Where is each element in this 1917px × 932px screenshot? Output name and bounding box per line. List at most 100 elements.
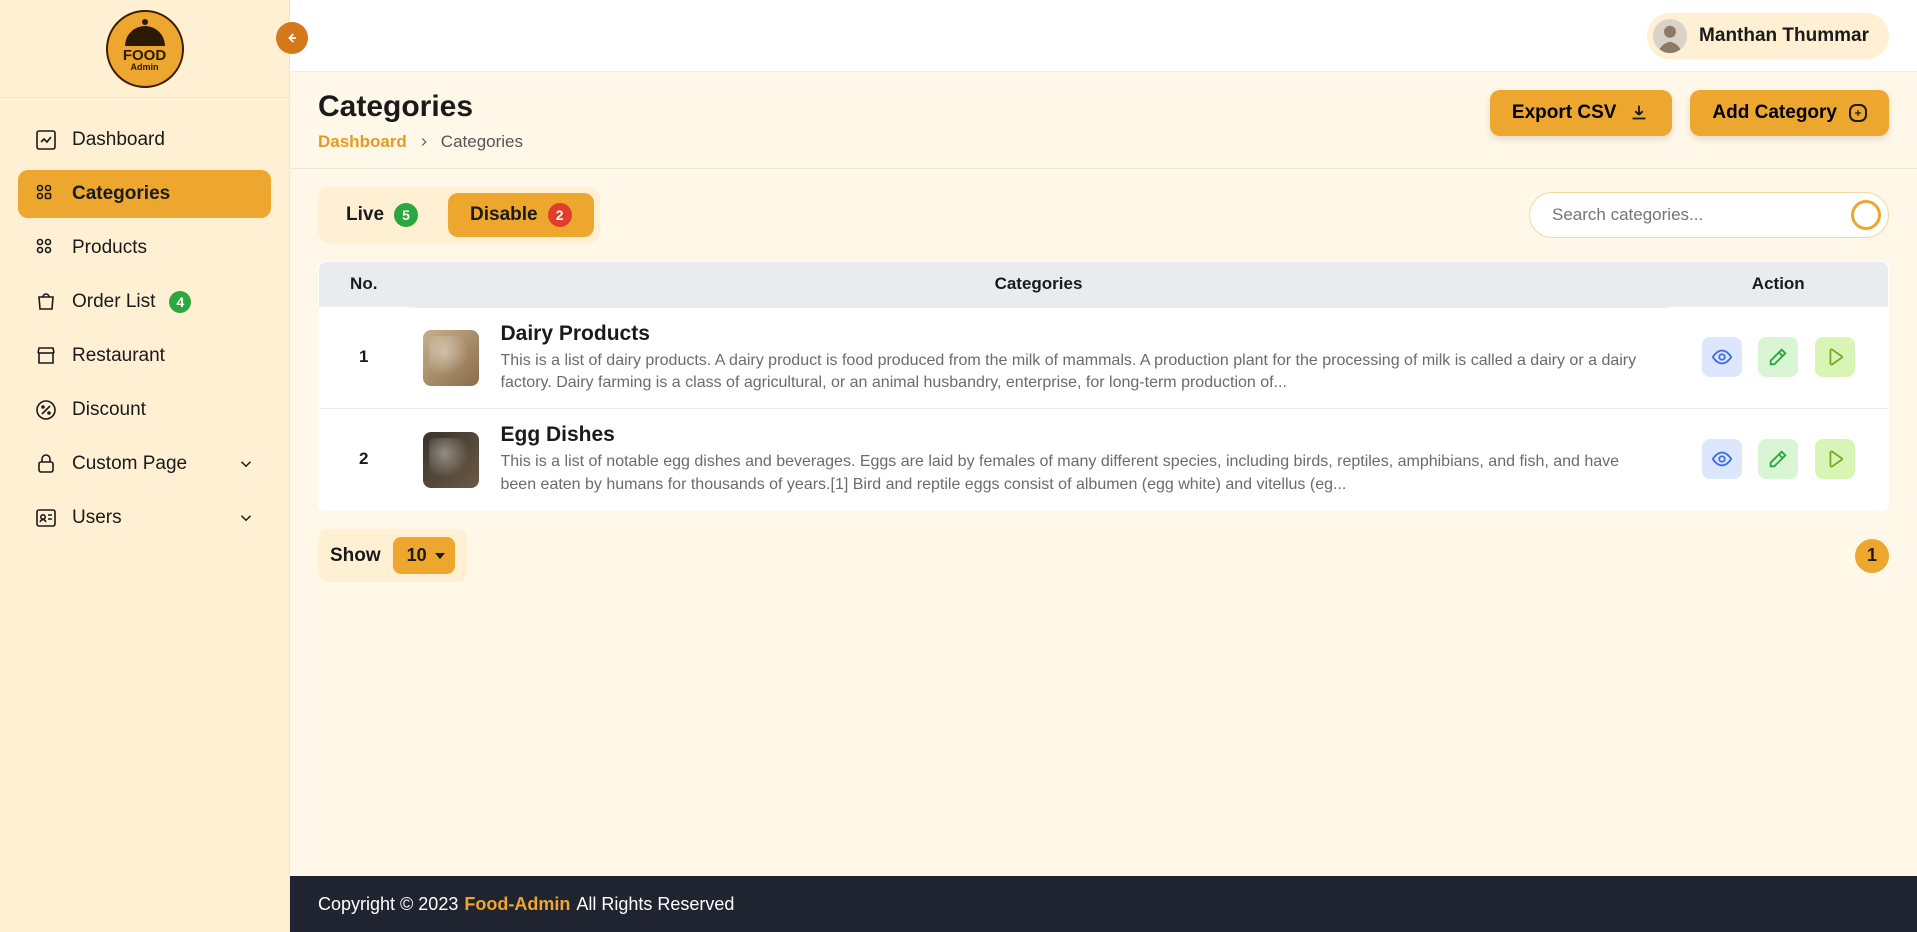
page-number-label: 1 <box>1867 545 1877 566</box>
circles-icon <box>34 236 58 260</box>
view-button[interactable] <box>1702 439 1742 479</box>
filter-row: Live 5 Disable 2 <box>290 169 1917 261</box>
th-no: No. <box>319 262 409 307</box>
sidebar-item-label: Categories <box>72 183 170 205</box>
chevron-down-icon <box>237 509 255 527</box>
brand-line1: FOOD <box>123 48 166 63</box>
sidebar-item-order-list[interactable]: Order List 4 <box>18 278 271 326</box>
categories-table: No. Categories Action 1 Dairy Products T… <box>318 261 1889 511</box>
export-csv-label: Export CSV <box>1512 102 1617 124</box>
users-icon <box>34 506 58 530</box>
search-indicator-icon <box>1851 200 1881 230</box>
sidebar-item-label: Restaurant <box>72 345 165 367</box>
footer: Copyright © 2023 Food-Admin All Rights R… <box>290 876 1917 932</box>
store-icon <box>34 344 58 368</box>
enable-button[interactable] <box>1815 337 1855 377</box>
main-content: Categories Dashboard Categories Export C… <box>290 72 1917 876</box>
show-label: Show <box>330 545 381 567</box>
sidebar-item-label: Custom Page <box>72 453 187 475</box>
th-action: Action <box>1669 262 1889 307</box>
edit-button[interactable] <box>1758 337 1798 377</box>
sidebar-item-label: Users <box>72 507 122 529</box>
breadcrumb: Dashboard Categories <box>318 132 523 152</box>
avatar <box>1653 19 1687 53</box>
footer-prefix: Copyright © 2023 <box>318 894 458 915</box>
edit-button[interactable] <box>1758 439 1798 479</box>
page-size-value: 10 <box>407 545 427 565</box>
table-row: 1 Dairy Products This is a list of dairy… <box>319 307 1889 409</box>
th-categories: Categories <box>409 262 1669 307</box>
tab-live[interactable]: Live 5 <box>324 193 440 237</box>
table-row: 2 Egg Dishes This is a list of notable e… <box>319 408 1889 510</box>
topbar: Manthan Thummar <box>290 0 1917 72</box>
sidebar-collapse-button[interactable] <box>276 22 308 54</box>
avatar-icon <box>1653 19 1687 53</box>
user-menu[interactable]: Manthan Thummar <box>1647 13 1889 59</box>
sidebar-item-categories[interactable]: Categories <box>18 170 271 218</box>
page-size-group: Show 10 <box>318 529 467 582</box>
sidebar-item-label: Dashboard <box>72 129 165 151</box>
play-icon <box>1824 346 1846 368</box>
sidebar: FOOD Admin Dashboard Categories Products… <box>0 0 290 932</box>
tab-disable-count: 2 <box>548 203 572 227</box>
footer-brand[interactable]: Food-Admin <box>464 894 570 915</box>
brand-logo[interactable]: FOOD Admin <box>106 10 184 88</box>
plus-square-icon <box>1849 104 1867 122</box>
sidebar-item-label: Order List <box>72 291 155 313</box>
tab-disable-label: Disable <box>470 204 538 226</box>
page-size-select[interactable]: 10 <box>393 537 455 574</box>
category-desc: This is a list of dairy products. A dair… <box>501 350 1655 395</box>
grid-icon <box>34 182 58 206</box>
export-csv-button[interactable]: Export CSV <box>1490 90 1673 136</box>
sidebar-item-products[interactable]: Products <box>18 224 271 272</box>
bag-icon <box>34 290 58 314</box>
eye-icon <box>1711 346 1733 368</box>
add-category-button[interactable]: Add Category <box>1690 90 1889 136</box>
sidebar-item-label: Products <box>72 237 147 259</box>
dashboard-icon <box>34 128 58 152</box>
enable-button[interactable] <box>1815 439 1855 479</box>
pagination-row: Show 10 1 <box>290 511 1917 600</box>
breadcrumb-current: Categories <box>441 132 523 152</box>
chevron-right-icon <box>417 135 431 149</box>
tab-live-count: 5 <box>394 203 418 227</box>
page-number-1[interactable]: 1 <box>1855 539 1889 573</box>
footer-suffix: All Rights Reserved <box>576 894 734 915</box>
sidebar-nav: Dashboard Categories Products Order List… <box>0 98 289 566</box>
breadcrumb-root[interactable]: Dashboard <box>318 132 407 152</box>
brand-line2: Admin <box>131 63 159 72</box>
play-icon <box>1824 448 1846 470</box>
view-button[interactable] <box>1702 337 1742 377</box>
pencil-icon <box>1767 346 1789 368</box>
logo-wrap: FOOD Admin <box>0 0 289 98</box>
sidebar-item-discount[interactable]: Discount <box>18 386 271 434</box>
category-title: Egg Dishes <box>501 423 1655 447</box>
sidebar-item-users[interactable]: Users <box>18 494 271 542</box>
chevron-down-icon <box>237 455 255 473</box>
categories-table-wrap: No. Categories Action 1 Dairy Products T… <box>290 261 1917 511</box>
sidebar-item-restaurant[interactable]: Restaurant <box>18 332 271 380</box>
tab-disable[interactable]: Disable 2 <box>448 193 594 237</box>
pencil-icon <box>1767 448 1789 470</box>
category-title: Dairy Products <box>501 322 1655 346</box>
download-icon <box>1628 102 1650 124</box>
status-tabs: Live 5 Disable 2 <box>318 187 600 243</box>
order-count-badge: 4 <box>169 291 191 313</box>
page-title: Categories <box>318 90 523 124</box>
eye-icon <box>1711 448 1733 470</box>
category-desc: This is a list of notable egg dishes and… <box>501 451 1655 496</box>
row-no: 2 <box>319 408 409 510</box>
arrow-left-icon <box>284 30 300 46</box>
cloche-icon <box>125 26 165 46</box>
sidebar-item-label: Discount <box>72 399 146 421</box>
search-input[interactable] <box>1529 192 1889 238</box>
lock-icon <box>34 452 58 476</box>
caret-down-icon <box>435 553 445 559</box>
add-category-label: Add Category <box>1712 102 1837 124</box>
sidebar-item-custom-page[interactable]: Custom Page <box>18 440 271 488</box>
category-thumb <box>423 330 479 386</box>
sidebar-item-dashboard[interactable]: Dashboard <box>18 116 271 164</box>
row-no: 1 <box>319 307 409 409</box>
percent-icon <box>34 398 58 422</box>
user-name: Manthan Thummar <box>1699 25 1869 47</box>
